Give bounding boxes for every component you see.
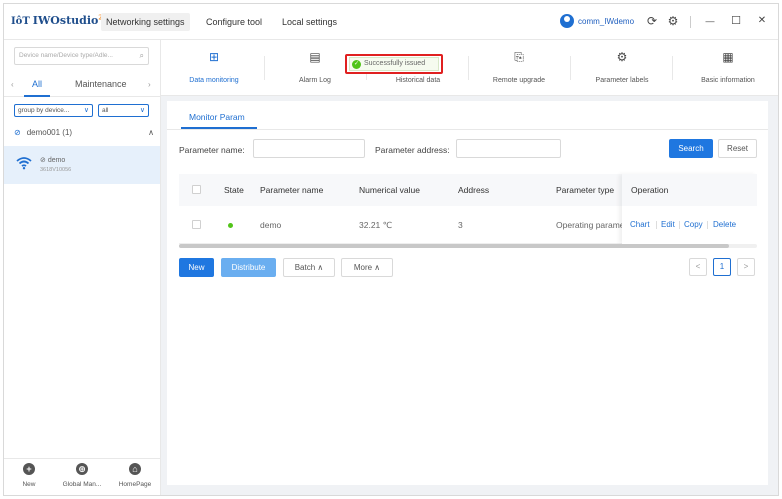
cell-numerical-value: 32.21 ℃ [359,220,393,230]
sidebar-tab-all[interactable]: All [32,79,42,89]
new-button[interactable]: + New [4,463,54,488]
select-all-checkbox[interactable] [192,185,201,194]
sidebar-tab-maintenance[interactable]: Maintenance [75,79,127,89]
app-logo: IôTIWOstudio2.0 [11,14,109,27]
divider [468,56,469,80]
search-icon: ⌕ [139,51,144,60]
tab-networking-settings[interactable]: Networking settings [101,13,190,31]
param-name-input[interactable] [253,139,365,158]
global-manage-button[interactable]: ⊕ Global Man... [57,463,107,488]
copy-link[interactable]: Copy [684,220,703,229]
tool-data-monitoring[interactable]: ⊞ Data monitoring [169,49,259,84]
app-window: IôTIWOstudio2.0 Networking settings Conf… [3,3,779,496]
col-operation: Operation [631,185,669,195]
divider [672,56,673,80]
col-address: Address [458,185,490,195]
delete-link[interactable]: Delete [713,220,736,229]
device-list-item[interactable]: ⊘ demo 3618V10056 [4,146,160,184]
col-numerical-value: Numerical value [359,185,420,195]
active-tab-underline [24,95,50,97]
homepage-button[interactable]: ⌂ HomePage [110,463,160,488]
gear-icon[interactable]: ⚙ [665,13,681,29]
param-address-label: Parameter address: [375,145,450,155]
chart-link[interactable]: Chart [630,220,650,229]
status-online-dot [228,223,233,228]
device-name: ⊘ demo [40,157,66,164]
tool-parameter-labels[interactable]: ⚙ Parameter labels [577,49,667,84]
divider [264,56,265,80]
maximize-icon[interactable]: ☐ [728,13,744,29]
user-account[interactable]: comm_IWdemo [560,14,634,28]
reset-button[interactable]: Reset [718,139,757,158]
success-toast: ✓ Successfully issued [345,54,443,74]
chevron-up-icon[interactable]: ∧ [148,128,154,137]
tool-remote-upgrade[interactable]: ⎘ Remote upgrade [474,49,564,84]
wifi-icon [16,155,32,171]
col-state: State [224,185,244,195]
monitor-icon: ⊞ [208,50,220,64]
upgrade-file-icon: ⎘ [514,50,524,64]
horizontal-scrollbar[interactable] [179,244,757,248]
user-avatar-icon [560,14,574,28]
new-param-button[interactable]: New [179,258,214,277]
divider [679,221,680,229]
divider [570,56,571,80]
next-page-button[interactable]: > [737,258,755,276]
divider [656,221,657,229]
scrollbar-thumb[interactable] [179,244,729,248]
chevron-down-icon: ∨ [83,107,89,114]
distribute-button[interactable]: Distribute [221,258,276,277]
device-search-input[interactable]: Device name/Device type/Adle... ⌕ [14,47,149,65]
sidebar: Device name/Device type/Adle... ⌕ ‹ All … [4,40,161,495]
divider [690,16,691,28]
batch-button[interactable]: Batch ∧ [283,258,335,277]
row-checkbox[interactable] [192,220,201,229]
param-name-label: Parameter name: [179,145,245,155]
sidebar-tabs: ‹ All Maintenance › [4,75,160,97]
chevron-right-icon[interactable]: › [148,80,151,89]
tool-basic-information[interactable]: ▦ Basic information [683,49,773,84]
prev-page-button[interactable]: < [689,258,707,276]
edit-link[interactable]: Edit [661,220,675,229]
title-bar: IôTIWOstudio2.0 Networking settings Conf… [4,4,778,40]
monitor-param-panel: Monitor Param Parameter name: Parameter … [167,101,768,485]
more-button[interactable]: More ∧ [341,258,393,277]
refresh-icon[interactable]: ⟳ [644,13,660,29]
device-id: 3618V10056 [40,167,72,173]
device-group[interactable]: ⊘ demo001 (1) ∧ [14,128,154,137]
divider [707,221,708,229]
tab-monitor-param[interactable]: Monitor Param [189,112,245,122]
search-button[interactable]: Search [669,139,713,158]
tab-configure-tool[interactable]: Configure tool [201,13,267,31]
label-gear-icon: ⚙ [616,50,628,64]
param-address-input[interactable] [456,139,561,158]
link-icon: ⊘ [14,128,21,137]
operation-column: Operation Chart Edit Copy Delete [622,174,757,244]
home-icon: ⌂ [129,463,141,475]
globe-icon: ⊕ [76,463,88,475]
chevron-down-icon: ∨ [139,107,145,114]
plus-icon: + [23,463,35,475]
filter-select[interactable]: all ∨ [98,104,149,117]
function-toolbar: ⊞ Data monitoring ▤ Alarm Log Historical… [161,40,778,96]
col-param-type: Parameter type [556,185,615,195]
cell-param-name: demo [260,220,282,230]
document-icon: ▦ [722,50,734,64]
divider [167,129,768,130]
cell-address: 3 [458,220,463,230]
cell-param-type: Operating parameter [556,220,626,230]
chevron-left-icon[interactable]: ‹ [11,80,14,89]
check-circle-icon: ✓ [352,60,361,69]
current-page[interactable]: 1 [713,258,731,276]
col-param-name: Parameter name [260,185,324,195]
minimize-icon[interactable]: — [702,13,718,29]
sidebar-footer: + New ⊕ Global Man... ⌂ HomePage [4,458,160,495]
tab-local-settings[interactable]: Local settings [277,13,342,31]
group-by-select[interactable]: group by device... ∨ [14,104,93,117]
close-icon[interactable]: ✕ [754,13,770,29]
